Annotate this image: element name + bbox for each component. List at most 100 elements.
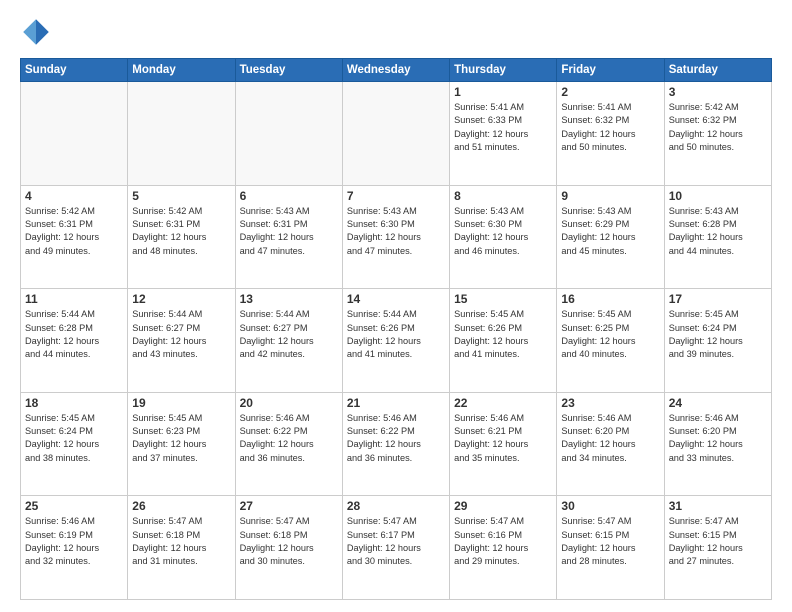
day-number: 23 [561, 396, 659, 410]
week-row-3: 11Sunrise: 5:44 AM Sunset: 6:28 PM Dayli… [21, 289, 772, 393]
day-number: 27 [240, 499, 338, 513]
day-number: 1 [454, 85, 552, 99]
calendar-cell: 4 Sunrise: 5:42 AM Sunset: 6:31 PM Daylig… [21, 185, 128, 289]
day-info: Sunrise: 5:47 AM Sunset: 6:17 PM Dayligh… [347, 515, 445, 568]
day-info: Sunrise: 5:42 AM Sunset: 6:32 PM Dayligh… [669, 101, 767, 154]
calendar-cell: 17 Sunrise: 5:45 AM Sunset: 6:24 PM Dayli… [664, 289, 771, 393]
calendar-cell: 6 Sunrise: 5:43 AM Sunset: 6:31 PM Daylig… [235, 185, 342, 289]
calendar-cell: 24Sunrise: 5:46 AM Sunset: 6:20 PM Dayli… [664, 392, 771, 496]
day-info: Sunrise: 5:42 AM Sunset: 6:31 PM Dayligh… [132, 205, 230, 258]
calendar-cell: 8 Sunrise: 5:43 AM Sunset: 6:30 PM Daylig… [450, 185, 557, 289]
header [20, 16, 772, 48]
day-number: 7 [347, 189, 445, 203]
weekday-header-monday: Monday [128, 59, 235, 82]
calendar-cell: 19 Sunrise: 5:45 AM Sunset: 6:23 PM Dayli… [128, 392, 235, 496]
logo-icon [20, 16, 52, 48]
day-number: 16 [561, 292, 659, 306]
logo [20, 16, 56, 48]
day-info: Sunrise: 5:43 AM Sunset: 6:30 PM Dayligh… [454, 205, 552, 258]
calendar-cell: 9Sunrise: 5:43 AM Sunset: 6:29 PM Daylig… [557, 185, 664, 289]
day-number: 21 [347, 396, 445, 410]
day-number: 10 [669, 189, 767, 203]
day-info: Sunrise: 5:45 AM Sunset: 6:23 PM Dayligh… [132, 412, 230, 465]
calendar-cell [128, 82, 235, 186]
day-info: Sunrise: 5:46 AM Sunset: 6:22 PM Dayligh… [240, 412, 338, 465]
day-number: 3 [669, 85, 767, 99]
calendar-cell: 7 Sunrise: 5:43 AM Sunset: 6:30 PM Daylig… [342, 185, 449, 289]
day-number: 31 [669, 499, 767, 513]
calendar-cell: 30 Sunrise: 5:47 AM Sunset: 6:15 PM Dayli… [557, 496, 664, 600]
day-info: Sunrise: 5:43 AM Sunset: 6:31 PM Dayligh… [240, 205, 338, 258]
week-row-5: 25Sunrise: 5:46 AM Sunset: 6:19 PM Dayli… [21, 496, 772, 600]
day-number: 8 [454, 189, 552, 203]
day-number: 28 [347, 499, 445, 513]
calendar-cell: 18 Sunrise: 5:45 AM Sunset: 6:24 PM Dayli… [21, 392, 128, 496]
day-info: Sunrise: 5:44 AM Sunset: 6:27 PM Dayligh… [240, 308, 338, 361]
weekday-header-saturday: Saturday [664, 59, 771, 82]
day-info: Sunrise: 5:47 AM Sunset: 6:18 PM Dayligh… [240, 515, 338, 568]
day-info: Sunrise: 5:43 AM Sunset: 6:30 PM Dayligh… [347, 205, 445, 258]
calendar-cell: 2 Sunrise: 5:41 AM Sunset: 6:32 PM Daylig… [557, 82, 664, 186]
day-number: 6 [240, 189, 338, 203]
day-info: Sunrise: 5:44 AM Sunset: 6:26 PM Dayligh… [347, 308, 445, 361]
day-info: Sunrise: 5:45 AM Sunset: 6:24 PM Dayligh… [669, 308, 767, 361]
day-info: Sunrise: 5:47 AM Sunset: 6:15 PM Dayligh… [669, 515, 767, 568]
day-number: 2 [561, 85, 659, 99]
day-info: Sunrise: 5:45 AM Sunset: 6:26 PM Dayligh… [454, 308, 552, 361]
calendar-cell: 16Sunrise: 5:45 AM Sunset: 6:25 PM Dayli… [557, 289, 664, 393]
calendar-cell: 11Sunrise: 5:44 AM Sunset: 6:28 PM Dayli… [21, 289, 128, 393]
page: SundayMondayTuesdayWednesdayThursdayFrid… [0, 0, 792, 612]
calendar-cell [21, 82, 128, 186]
day-info: Sunrise: 5:41 AM Sunset: 6:32 PM Dayligh… [561, 101, 659, 154]
day-info: Sunrise: 5:47 AM Sunset: 6:15 PM Dayligh… [561, 515, 659, 568]
weekday-header-thursday: Thursday [450, 59, 557, 82]
day-number: 18 [25, 396, 123, 410]
calendar-cell: 26 Sunrise: 5:47 AM Sunset: 6:18 PM Dayli… [128, 496, 235, 600]
day-info: Sunrise: 5:41 AM Sunset: 6:33 PM Dayligh… [454, 101, 552, 154]
calendar-cell: 22 Sunrise: 5:46 AM Sunset: 6:21 PM Dayli… [450, 392, 557, 496]
day-info: Sunrise: 5:46 AM Sunset: 6:20 PM Dayligh… [561, 412, 659, 465]
day-number: 24 [669, 396, 767, 410]
calendar-cell [235, 82, 342, 186]
day-info: Sunrise: 5:44 AM Sunset: 6:28 PM Dayligh… [25, 308, 123, 361]
day-info: Sunrise: 5:46 AM Sunset: 6:19 PM Dayligh… [25, 515, 123, 568]
calendar-cell [342, 82, 449, 186]
calendar-cell: 5Sunrise: 5:42 AM Sunset: 6:31 PM Daylig… [128, 185, 235, 289]
calendar-cell: 25Sunrise: 5:46 AM Sunset: 6:19 PM Dayli… [21, 496, 128, 600]
week-row-4: 18 Sunrise: 5:45 AM Sunset: 6:24 PM Dayli… [21, 392, 772, 496]
calendar-body: 1 Sunrise: 5:41 AM Sunset: 6:33 PM Daylig… [21, 82, 772, 600]
day-number: 30 [561, 499, 659, 513]
calendar-cell: 29 Sunrise: 5:47 AM Sunset: 6:16 PM Dayli… [450, 496, 557, 600]
day-info: Sunrise: 5:46 AM Sunset: 6:21 PM Dayligh… [454, 412, 552, 465]
weekday-row: SundayMondayTuesdayWednesdayThursdayFrid… [21, 59, 772, 82]
day-number: 15 [454, 292, 552, 306]
day-number: 12 [132, 292, 230, 306]
day-number: 29 [454, 499, 552, 513]
day-number: 13 [240, 292, 338, 306]
day-number: 17 [669, 292, 767, 306]
day-number: 4 [25, 189, 123, 203]
day-info: Sunrise: 5:47 AM Sunset: 6:16 PM Dayligh… [454, 515, 552, 568]
weekday-header-friday: Friday [557, 59, 664, 82]
day-number: 19 [132, 396, 230, 410]
weekday-header-sunday: Sunday [21, 59, 128, 82]
calendar-cell: 20 Sunrise: 5:46 AM Sunset: 6:22 PM Dayli… [235, 392, 342, 496]
week-row-1: 1 Sunrise: 5:41 AM Sunset: 6:33 PM Daylig… [21, 82, 772, 186]
day-number: 14 [347, 292, 445, 306]
calendar-cell: 3 Sunrise: 5:42 AM Sunset: 6:32 PM Daylig… [664, 82, 771, 186]
day-info: Sunrise: 5:42 AM Sunset: 6:31 PM Dayligh… [25, 205, 123, 258]
calendar-cell: 27 Sunrise: 5:47 AM Sunset: 6:18 PM Dayli… [235, 496, 342, 600]
day-number: 20 [240, 396, 338, 410]
day-info: Sunrise: 5:43 AM Sunset: 6:28 PM Dayligh… [669, 205, 767, 258]
calendar-cell: 12 Sunrise: 5:44 AM Sunset: 6:27 PM Dayli… [128, 289, 235, 393]
calendar-table: SundayMondayTuesdayWednesdayThursdayFrid… [20, 58, 772, 600]
day-info: Sunrise: 5:46 AM Sunset: 6:22 PM Dayligh… [347, 412, 445, 465]
day-info: Sunrise: 5:47 AM Sunset: 6:18 PM Dayligh… [132, 515, 230, 568]
day-number: 22 [454, 396, 552, 410]
day-number: 26 [132, 499, 230, 513]
day-info: Sunrise: 5:45 AM Sunset: 6:24 PM Dayligh… [25, 412, 123, 465]
day-info: Sunrise: 5:43 AM Sunset: 6:29 PM Dayligh… [561, 205, 659, 258]
calendar-cell: 31 Sunrise: 5:47 AM Sunset: 6:15 PM Dayli… [664, 496, 771, 600]
calendar-cell: 28 Sunrise: 5:47 AM Sunset: 6:17 PM Dayli… [342, 496, 449, 600]
day-info: Sunrise: 5:44 AM Sunset: 6:27 PM Dayligh… [132, 308, 230, 361]
